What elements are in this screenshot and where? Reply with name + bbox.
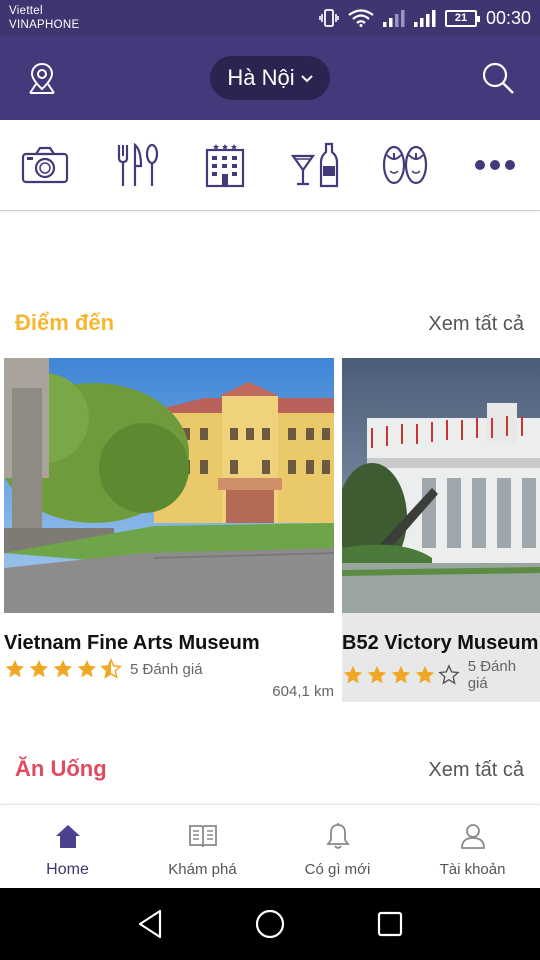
carrier-1: Viettel [9,5,43,17]
battery-indicator: 21 [444,9,480,27]
nav-label: Có gì mới [304,861,371,878]
signal-icon-1 [382,9,405,27]
nav-label: Home [46,861,89,878]
place-name: Vietnam Fine Arts Museum [4,632,260,654]
bell-icon [325,821,351,851]
star-full-icon [77,659,97,678]
signal-icon-2 [413,9,436,27]
system-navigation-bar [0,888,540,960]
place-photo [4,358,334,613]
drinks-icon[interactable] [289,140,341,190]
cutlery-icon[interactable] [109,140,161,190]
distance-label: 604,1 km [272,683,334,700]
nav-label: Tài khoản [439,861,506,878]
hotel-icon[interactable] [199,140,251,190]
nav-whats-new[interactable]: Có gì mới [270,805,405,889]
book-icon [188,821,218,851]
user-icon [460,821,486,851]
nav-home[interactable]: Home [0,805,135,889]
location-pin-icon[interactable] [24,60,60,96]
app-header: Hà Nội [0,36,540,120]
rating-stars: 5 Đánh giá [342,658,540,692]
review-count: 5 Đánh giá [467,658,517,692]
rating-stars: 5 Đánh giá [4,658,203,680]
back-icon[interactable] [132,906,168,942]
city-name: Hà Nội [227,65,295,90]
category-bar [0,120,540,211]
star-full-icon [53,659,73,678]
city-selector[interactable]: Hà Nội [210,56,330,100]
star-half-icon [100,658,122,679]
star-full-icon [367,665,387,684]
star-full-icon [29,659,49,678]
search-icon[interactable] [480,60,516,96]
status-icons: 21 00:30 [319,6,531,30]
place-name: B52 Victory Museum [342,632,539,654]
carrier-2: VINAPHONE [9,19,80,31]
flip-flops-icon[interactable] [379,140,431,190]
clock: 00:30 [485,7,531,28]
star-empty-icon [437,664,460,685]
vibrate-icon [319,9,339,27]
camera-icon[interactable] [19,140,71,190]
nav-label: Khám phá [168,861,237,878]
wifi-icon [348,9,374,27]
status-bar: Viettel VINAPHONE 21 00:30 [0,0,540,36]
star-full-icon [343,665,363,684]
star-full-icon [415,665,434,684]
review-count: 5 Đánh giá [130,660,203,678]
home-icon [54,821,82,851]
place-card[interactable]: B52 Victory Museum 5 Đánh giá [342,358,540,702]
more-icon[interactable] [469,140,521,190]
star-full-icon [391,665,410,684]
star-full-icon [5,659,25,678]
section-title-food: Ăn Uống [15,756,107,781]
section-title-destinations: Điểm đến [15,310,115,335]
place-photo [342,358,540,613]
see-all-destinations-link[interactable]: Xem tất cả [428,313,524,336]
bottom-navigation: Home Khám phá Có gì mới Tài khoản [0,804,540,888]
place-card[interactable]: Vietnam Fine Arts Museum 5 Đánh giá 604,… [4,358,334,702]
see-all-food-link[interactable]: Xem tất cả [428,759,524,782]
recent-apps-icon[interactable] [372,906,408,942]
nav-explore[interactable]: Khám phá [135,805,270,889]
home-button-icon[interactable] [252,906,288,942]
nav-account[interactable]: Tài khoản [405,805,540,889]
carrier-info: Viettel VINAPHONE [9,4,79,32]
chevron-down-icon [300,71,313,86]
